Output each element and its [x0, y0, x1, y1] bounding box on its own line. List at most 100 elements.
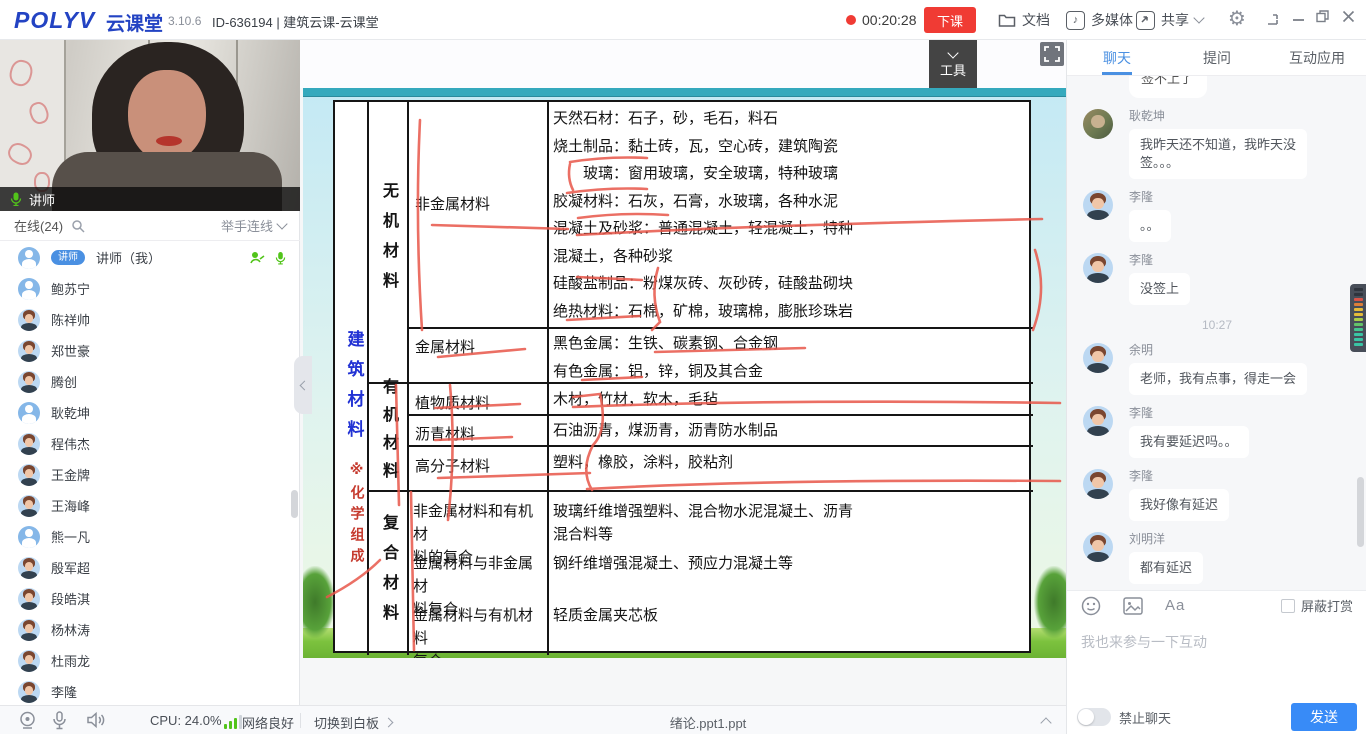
speaker-icon[interactable]: [86, 711, 106, 732]
participant-row[interactable]: 程伟杰: [0, 428, 300, 459]
webcam-icon[interactable]: [18, 711, 37, 733]
participant-row[interactable]: 陈祥帅: [0, 304, 300, 335]
chat-bubble: 我好像有延迟: [1129, 489, 1229, 521]
chat-scrollbar[interactable]: [1357, 477, 1364, 547]
avatar: [18, 526, 40, 548]
participant-row[interactable]: 王海峰: [0, 490, 300, 521]
share-screen-icon: [1136, 11, 1155, 30]
category-metal: 金属材料: [409, 330, 547, 362]
font-size-icon[interactable]: Aa: [1165, 597, 1185, 614]
slide-top-band: [303, 88, 1066, 97]
chat-sender-name: 耿乾坤: [1129, 108, 1366, 124]
settings-gear-icon[interactable]: ⚙: [1228, 8, 1246, 30]
tab-chat[interactable]: 聊天: [1067, 40, 1167, 75]
avatar: [18, 495, 40, 517]
send-button[interactable]: 发送: [1291, 703, 1357, 731]
close-icon[interactable]: [1342, 10, 1355, 26]
chat-message: 耿乾坤 我昨天还不知道，我昨天没签。。。: [1067, 108, 1366, 179]
chat-bubble-partial: 签不上了: [1129, 76, 1207, 98]
category-composite-3: 金属材料与有机材料 复合: [413, 604, 545, 658]
raise-hand-dropdown[interactable]: 举手连线: [221, 216, 286, 235]
participant-row[interactable]: 耿乾坤: [0, 397, 300, 428]
participant-name: 鲍苏宁: [51, 279, 90, 298]
participant-row[interactable]: 段皓淇: [0, 583, 300, 614]
slide-tree-right: [1034, 566, 1066, 638]
participant-name: 熊一凡: [51, 527, 90, 546]
participant-row[interactable]: 王金牌: [0, 459, 300, 490]
content-metal: 黑色金属：生铁、碳素钢、合金钢 有色金属：铝，锌，铜及其合金: [553, 330, 1031, 385]
fullscreen-icon[interactable]: [1040, 42, 1064, 66]
microphone-icon[interactable]: [52, 711, 67, 733]
multimedia-button[interactable]: ♪ 多媒体: [1066, 8, 1133, 32]
participant-name: 耿乾坤: [51, 403, 90, 422]
chat-sender-name: 李隆: [1129, 405, 1366, 421]
chevron-down-icon: [1193, 12, 1204, 23]
tab-interactive-apps[interactable]: 互动应用: [1267, 40, 1366, 75]
chat-message: 李隆 。。: [1067, 189, 1366, 242]
slide-canvas[interactable]: 建筑材料 ※化学组成 无机材料 有机材料 复合材料 非金属材料 天然石材：石子，…: [303, 88, 1066, 658]
participant-name: 杨林涛: [51, 620, 90, 639]
participant-name: 段皓淇: [51, 589, 90, 608]
documents-button[interactable]: 文档: [998, 8, 1050, 32]
avatar: [1083, 532, 1113, 562]
emoji-icon[interactable]: [1081, 596, 1101, 616]
share-button[interactable]: 共享: [1136, 8, 1203, 32]
chat-input[interactable]: [1067, 620, 1366, 700]
mute-chat-toggle[interactable]: [1077, 708, 1111, 726]
teacher-badge: 讲师: [51, 250, 85, 265]
avatar: [18, 681, 40, 703]
avatar: [1083, 406, 1113, 436]
chat-sender-name: 刘明洋: [1129, 531, 1366, 547]
tools-button[interactable]: 工具: [929, 40, 977, 88]
participant-scrollbar[interactable]: [291, 490, 298, 518]
chevron-left-icon: [300, 380, 310, 390]
statusbar: CPU: 24.0% 网络良好 切换到白板 绪论.ppt1.ppt: [0, 705, 1066, 734]
chevron-down-icon: [947, 47, 958, 58]
participant-row[interactable]: 腾创: [0, 366, 300, 397]
participant-row[interactable]: 郑世豪: [0, 335, 300, 366]
participant-row-self[interactable]: 讲师 讲师（我）: [0, 242, 300, 273]
left-panel: 讲师 在线(24) 举手连线 讲师 讲师（我） 鲍苏宁 陈祥帅: [0, 40, 300, 705]
checkbox-icon[interactable]: [1281, 599, 1295, 613]
mini-mode-icon[interactable]: [1266, 13, 1279, 29]
chat-toolbar: Aa 屏蔽打赏: [1067, 590, 1366, 620]
chevron-up-icon[interactable]: [1040, 717, 1051, 728]
chat-message: 李隆 我有要延迟吗。。: [1067, 405, 1366, 458]
avatar: [18, 309, 40, 331]
chat-panel: 聊天 提问 互动应用 签不上了 耿乾坤 我昨天还不知道，我昨天没签。。。 李隆 …: [1066, 40, 1366, 734]
tab-questions[interactable]: 提问: [1167, 40, 1267, 75]
collapse-panel-handle[interactable]: [294, 356, 312, 414]
folder-icon: [998, 12, 1016, 28]
chat-sender-name: 李隆: [1129, 189, 1366, 205]
camera-on-icon: [250, 251, 265, 264]
participant-row[interactable]: 熊一凡: [0, 521, 300, 552]
participant-name: 陈祥帅: [51, 310, 90, 329]
titlebar: POLYV 云课堂 3.10.6 ID-636194 | 建筑云课-云课堂 00…: [0, 0, 1366, 40]
class-timer: 00:20:28: [862, 12, 917, 28]
video-overlay-bar: 讲师: [0, 187, 300, 211]
participant-row[interactable]: 杜雨龙: [0, 645, 300, 676]
restore-window-icon[interactable]: [1316, 10, 1329, 26]
volume-meter-widget[interactable]: [1350, 284, 1366, 352]
table-root-title: 建筑材料: [340, 330, 368, 450]
mic-on-icon: [275, 251, 286, 265]
end-class-button[interactable]: 下课: [924, 7, 976, 33]
online-count: 在线(24): [14, 216, 63, 235]
content-composite-3: 轻质金属夹芯板: [553, 604, 1031, 627]
chat-message-list[interactable]: 签不上了 耿乾坤 我昨天还不知道，我昨天没签。。。 李隆 。。 李隆 没签上 1…: [1067, 76, 1366, 590]
switch-whiteboard-button[interactable]: 切换到白板: [314, 713, 392, 732]
image-icon[interactable]: [1123, 597, 1143, 615]
chat-bubble: 没签上: [1129, 273, 1190, 305]
search-icon[interactable]: [71, 219, 85, 233]
minimize-icon[interactable]: [1292, 10, 1305, 26]
participant-name: 王金牌: [51, 465, 90, 484]
participant-row[interactable]: 鲍苏宁: [0, 273, 300, 304]
participant-row[interactable]: 李隆: [0, 676, 300, 705]
participant-list[interactable]: 讲师 讲师（我） 鲍苏宁 陈祥帅 郑世豪 腾创 耿乾坤 程伟杰 王金牌 王海峰 …: [0, 242, 300, 705]
session-title: ID-636194 | 建筑云课-云课堂: [212, 12, 379, 31]
block-reward-option[interactable]: 屏蔽打赏: [1281, 596, 1353, 615]
participant-row[interactable]: 杨林涛: [0, 614, 300, 645]
participant-row[interactable]: 殷军超: [0, 552, 300, 583]
chat-message: 李隆 我好像有延迟: [1067, 468, 1366, 521]
chat-sender-name: 李隆: [1129, 468, 1366, 484]
